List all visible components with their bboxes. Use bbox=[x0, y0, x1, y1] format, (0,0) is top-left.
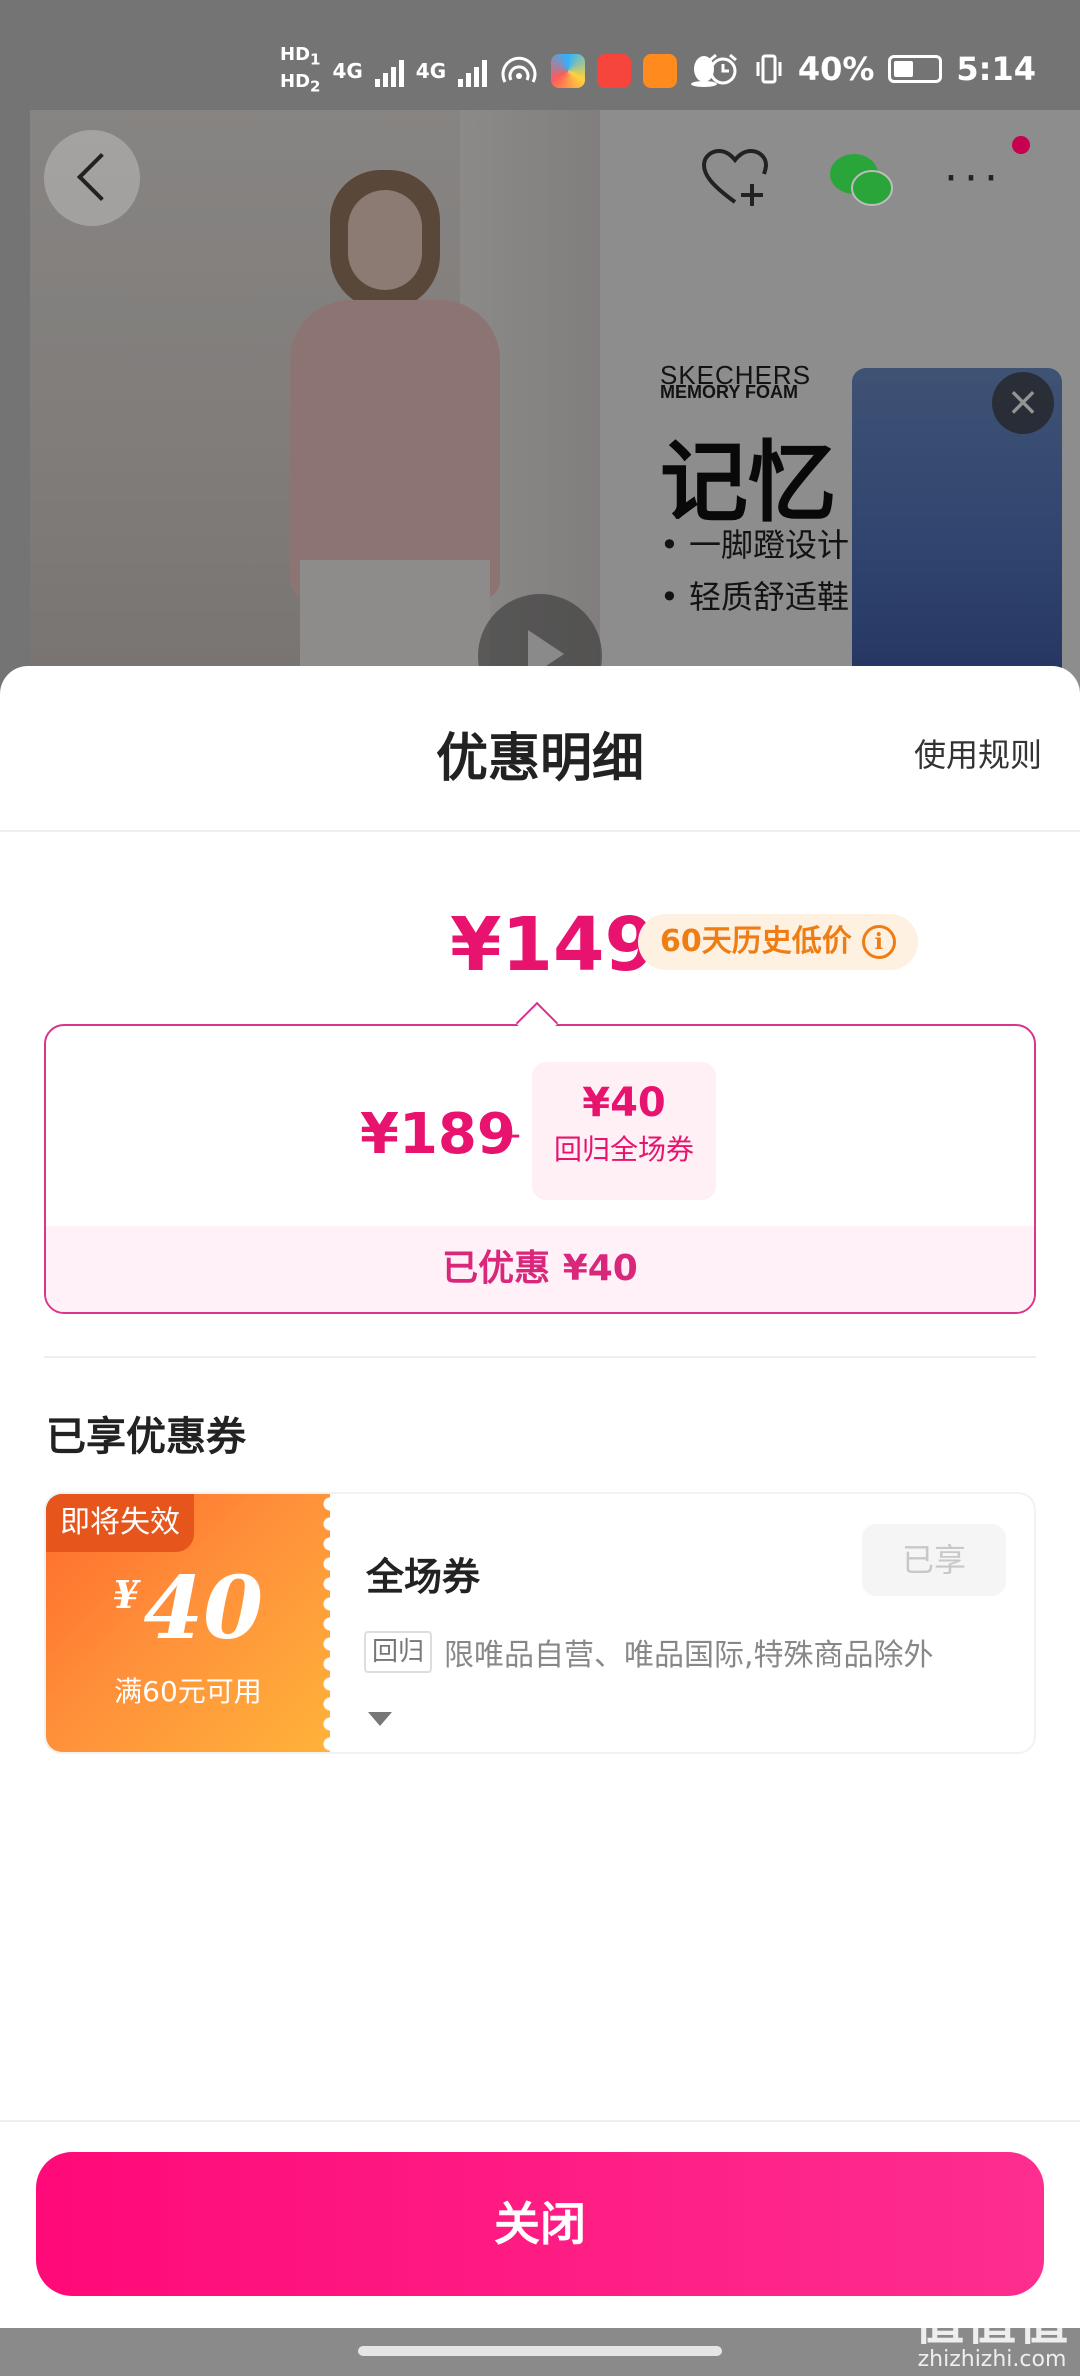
add-favorite-icon[interactable] bbox=[700, 148, 770, 208]
battery-icon bbox=[888, 55, 943, 83]
vibrate-icon bbox=[756, 54, 782, 84]
back-button[interactable] bbox=[44, 130, 140, 226]
coupon-amount: ¥40 bbox=[46, 1558, 330, 1659]
notification-dot bbox=[1012, 136, 1030, 154]
coupon-chip-amount: ¥40 bbox=[582, 1080, 666, 1126]
home-indicator[interactable] bbox=[358, 2346, 722, 2356]
discount-details-sheet: 优惠明细 使用规则 ¥149 60天历史低价 i ¥189 - ¥40 回归全场… bbox=[0, 666, 1080, 2328]
clock: 5:14 bbox=[956, 50, 1036, 88]
coupon-name: 全场券 bbox=[366, 1555, 481, 1599]
app-notification-icon bbox=[597, 53, 632, 88]
status-bar-left: HD1 HD2 4G 4G bbox=[280, 44, 719, 97]
return-tag: 回归 bbox=[364, 1631, 433, 1673]
footer-divider bbox=[0, 2120, 1080, 2122]
history-low-price-label: 60天历史低价 bbox=[660, 924, 852, 959]
history-low-price-badge[interactable]: 60天历史低价 i bbox=[638, 914, 918, 970]
network-type-2: 4G bbox=[415, 58, 447, 83]
saved-amount-bar: 已优惠 ¥40 bbox=[46, 1226, 1034, 1312]
watermark-logo: 值值值 bbox=[914, 2293, 1070, 2351]
header-divider bbox=[0, 830, 1080, 832]
minus-sign: - bbox=[508, 1114, 521, 1155]
coupon-description: 回归 限唯品自营、唯品国际,特殊商品除外 bbox=[364, 1630, 934, 1674]
price-breakdown-box: ¥189 - ¥40 回归全场券 已优惠 ¥40 bbox=[44, 1024, 1036, 1314]
wechat-share-icon[interactable] bbox=[828, 150, 894, 210]
app-notification-icon bbox=[643, 53, 678, 88]
hd1-sub: 1 bbox=[310, 50, 321, 69]
section-divider bbox=[44, 1356, 1036, 1358]
close-button[interactable]: 关闭 bbox=[36, 2152, 1044, 2296]
status-bar: HD1 HD2 4G 4G 40% 5:14 bbox=[0, 0, 1080, 112]
hd2-label: HD bbox=[280, 70, 311, 92]
usage-rules-link[interactable]: 使用规则 bbox=[914, 730, 1042, 776]
currency-symbol: ¥ bbox=[112, 1572, 140, 1617]
more-options-icon[interactable]: ··· bbox=[944, 157, 1004, 201]
applied-coupon-chip: ¥40 回归全场券 bbox=[532, 1062, 716, 1200]
info-icon[interactable]: i bbox=[861, 925, 896, 959]
coupon-restriction-text: 限唯品自营、唯品国际,特殊商品除外 bbox=[444, 1638, 934, 1673]
coupon-chip-name: 回归全场券 bbox=[553, 1133, 694, 1166]
expiring-soon-badge: 即将失效 bbox=[46, 1494, 194, 1552]
coupon-applied-status: 已享 bbox=[862, 1524, 1006, 1596]
network-type-1: 4G bbox=[332, 58, 363, 83]
battery-percent: 40% bbox=[797, 50, 875, 88]
hd2-sub: 2 bbox=[310, 77, 321, 96]
original-price: ¥189 bbox=[360, 1102, 516, 1167]
alarm-icon bbox=[708, 53, 737, 85]
applied-coupons-title: 已享优惠券 bbox=[46, 1414, 246, 1460]
watermark: 值值值 zhizhizhi.com bbox=[914, 2297, 1070, 2372]
status-bar-right: 40% 5:14 bbox=[706, 50, 1036, 88]
coupon-value-panel: 即将失效 ¥40 满60元可用 bbox=[46, 1494, 338, 1752]
final-price: ¥149 bbox=[450, 902, 656, 988]
coupon-condition: 满60元可用 bbox=[114, 1675, 262, 1708]
hd1-label: HD bbox=[280, 44, 311, 65]
hd-indicator: HD1 HD2 bbox=[280, 44, 320, 97]
signal-1-icon bbox=[374, 55, 404, 87]
expand-arrow-icon[interactable] bbox=[368, 1712, 392, 1726]
app-notification-icon bbox=[551, 53, 586, 88]
coupon-amount-value: 40 bbox=[143, 1558, 264, 1659]
hotspot-icon bbox=[501, 56, 537, 83]
signal-2-icon bbox=[458, 55, 488, 87]
coupon-card[interactable]: 即将失效 ¥40 满60元可用 全场券 已享 回归 限唯品自营、唯品国际,特殊商… bbox=[44, 1492, 1036, 1754]
watermark-url: zhizhizhi.com bbox=[917, 2347, 1067, 2372]
